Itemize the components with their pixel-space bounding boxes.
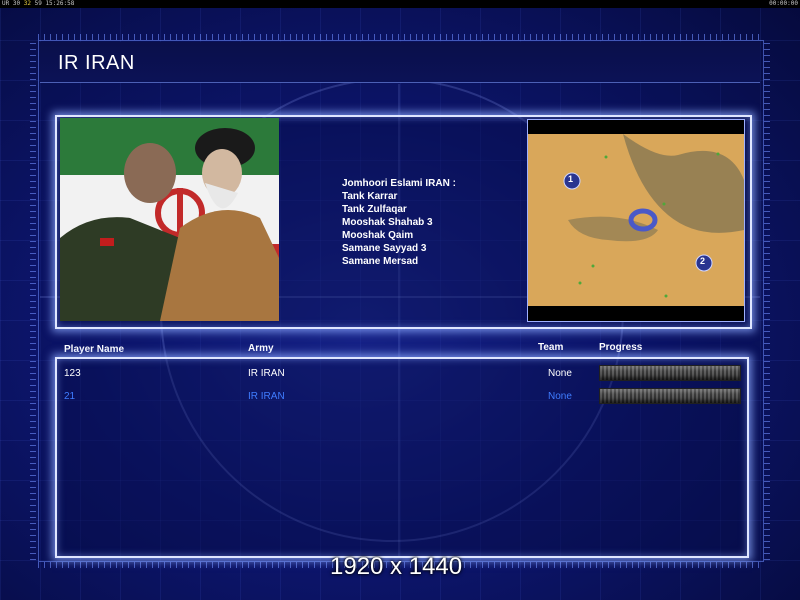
player-name: 21 — [64, 391, 76, 402]
map-preview[interactable]: 1 2 — [527, 119, 745, 322]
hud-fps: 30 — [12, 0, 21, 7]
unit-item: Samane Mersad — [342, 256, 419, 267]
hud-value: 32 — [23, 0, 31, 7]
frame-ticks-right — [764, 40, 770, 560]
player-team: None — [548, 368, 572, 379]
start-position-2-marker[interactable]: 2 — [700, 256, 705, 266]
unit-item: Tank Zulfaqar — [342, 204, 407, 215]
progress-fill — [600, 389, 740, 403]
player-army: IR IRAN — [248, 391, 285, 402]
debug-hud-bar — [0, 0, 800, 8]
unit-item: Mooshak Qaim — [342, 230, 414, 241]
unit-list: Jomhoori Eslami IRAN : Tank Karrar Tank … — [342, 177, 456, 268]
unit-item: Samane Sayyad 3 — [342, 243, 427, 254]
column-header-player-name: Player Name — [64, 344, 125, 355]
player-team: None — [548, 391, 572, 402]
unit-list-heading: Jomhoori Eslami IRAN : — [342, 178, 456, 189]
debug-hud-left: UR 30 32 59 15:26:58 — [2, 0, 74, 8]
player-army: IR IRAN — [248, 368, 285, 379]
hud-clock: 15:26:58 — [45, 0, 75, 7]
faction-portrait-image — [60, 118, 279, 321]
player-progress-bar — [599, 365, 741, 381]
column-header-army: Army — [248, 343, 274, 354]
player-name: 123 — [64, 368, 81, 379]
resolution-label: 1920 x 1440 — [330, 553, 463, 580]
hud-extra: 59 — [34, 0, 42, 7]
title-bar: IR IRAN — [40, 42, 760, 83]
debug-hud-right-clock: 00:00:00 — [769, 0, 798, 7]
hud-prefix: UR — [2, 0, 10, 7]
progress-fill — [600, 366, 740, 380]
player-progress-bar — [599, 388, 741, 404]
page-title: IR IRAN — [58, 52, 135, 74]
frame-ticks-left — [30, 40, 36, 560]
start-position-1-marker[interactable]: 1 — [568, 174, 573, 184]
column-header-team: Team — [538, 342, 564, 353]
unit-item: Tank Karrar — [342, 191, 398, 202]
unit-item: Mooshak Shahab 3 — [342, 217, 433, 228]
column-header-progress: Progress — [599, 342, 643, 353]
